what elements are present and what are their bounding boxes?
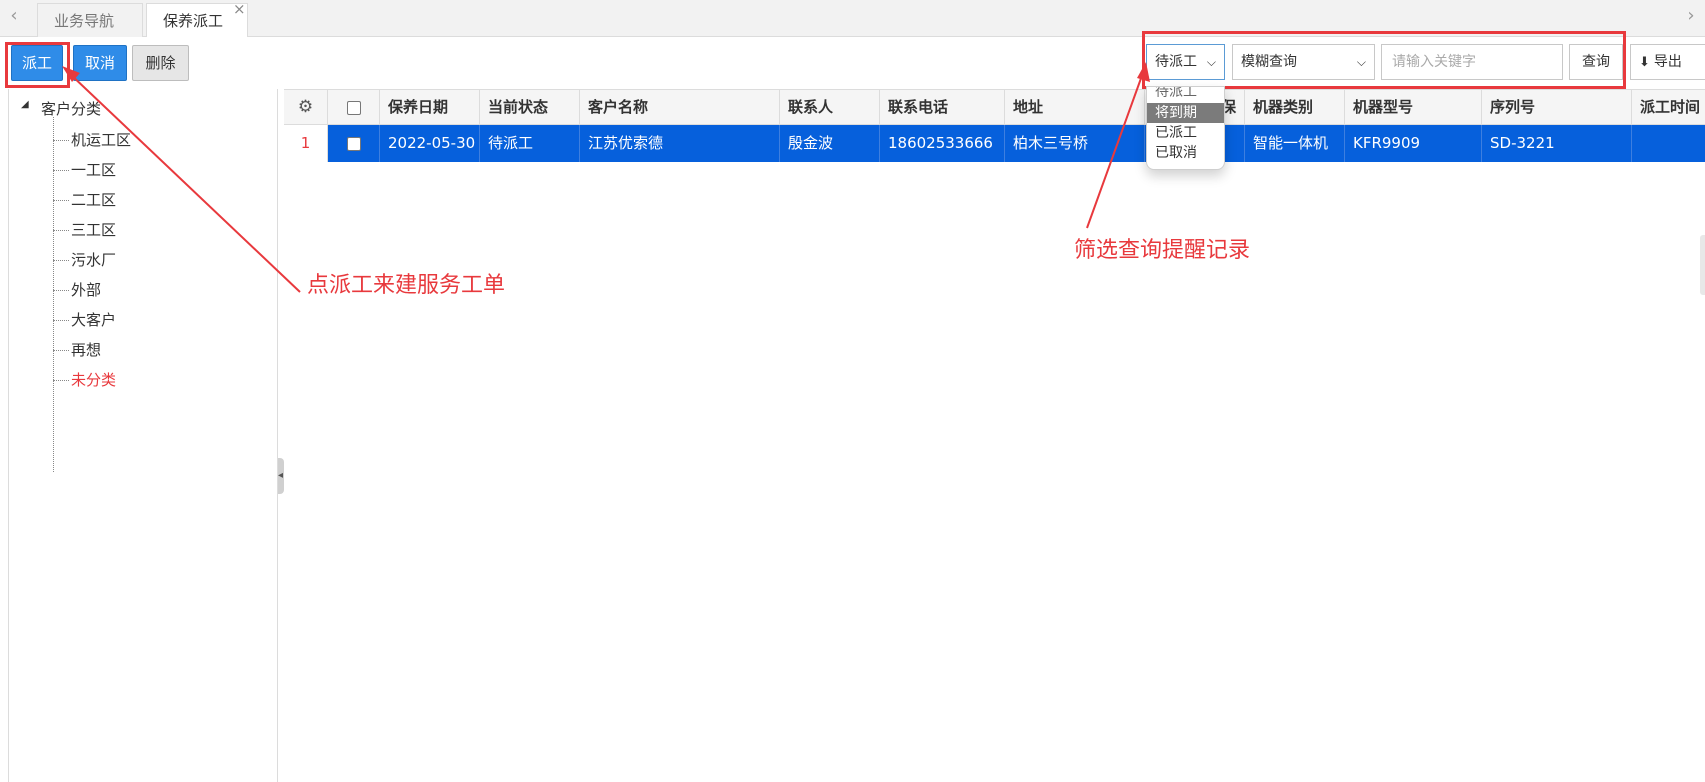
status-dropdown-menu: 待派工 将到期 已派工 已取消	[1146, 86, 1225, 170]
cell-serial: SD-3221	[1482, 125, 1632, 162]
column-header-dispatch-time[interactable]: 派工时间	[1632, 90, 1705, 125]
annotation-filter-note: 筛选查询提醒记录	[1074, 238, 1251, 263]
column-header-date[interactable]: 保养日期	[380, 90, 480, 125]
tree-item-external[interactable]: 外部	[71, 279, 101, 301]
tree-branch-line	[53, 260, 69, 261]
row-number: 1	[284, 125, 328, 162]
tree-item-jiyun[interactable]: 机运工区	[71, 129, 131, 151]
cell-model: KFR9909	[1345, 125, 1482, 162]
column-header-serial[interactable]: 序列号	[1482, 90, 1632, 125]
tree-branch-line	[53, 380, 69, 381]
export-button[interactable]: ⬇ 导出	[1630, 44, 1705, 80]
tree-branch-line	[53, 140, 69, 141]
cell-dispatch-time	[1632, 125, 1705, 162]
tree-item-sewage[interactable]: 污水厂	[71, 249, 116, 271]
cell-customer: 江苏优索德	[580, 125, 780, 162]
tree-item-major-customer[interactable]: 大客户	[71, 309, 116, 331]
status-option-pending[interactable]: 待派工	[1147, 87, 1224, 103]
filter-area-highlight	[1142, 31, 1626, 89]
column-header-phone[interactable]: 联系电话	[880, 90, 1005, 125]
cell-date: 2022-05-30	[380, 125, 480, 162]
cell-category: 智能一体机	[1245, 125, 1345, 162]
tab-business-navigation[interactable]: 业务导航	[37, 3, 143, 37]
row-checkbox-cell	[328, 125, 380, 162]
tree-expander-icon[interactable]: ◢	[21, 99, 29, 110]
column-header-status[interactable]: 当前状态	[480, 90, 580, 125]
column-header-address[interactable]: 地址	[1005, 90, 1145, 125]
cancel-button[interactable]: 取消	[73, 45, 127, 81]
scroll-edge[interactable]	[1700, 235, 1705, 295]
column-header-customer[interactable]: 客户名称	[580, 90, 780, 125]
chevron-left-icon[interactable]: ‹	[6, 5, 22, 27]
cell-address: 柏木三号桥	[1005, 125, 1145, 162]
dispatch-button-highlight	[5, 42, 70, 88]
tree-root[interactable]: 客户分类	[41, 98, 101, 120]
column-header-category[interactable]: 机器类别	[1245, 90, 1345, 125]
collapse-left-icon[interactable]: ◂	[278, 470, 283, 481]
maintenance-grid: ⚙ 保养日期 当前状态 客户名称 联系人 联系电话 地址 保 机器类别 机器型号…	[284, 89, 1705, 782]
tree-branch-line	[53, 290, 69, 291]
cell-status: 待派工	[480, 125, 580, 162]
grid-settings-cell[interactable]: ⚙	[284, 90, 328, 125]
status-option-expiring[interactable]: 将到期	[1147, 103, 1224, 123]
export-label: 导出	[1653, 54, 1682, 70]
cell-contact: 殷金波	[780, 125, 880, 162]
cell-phone: 18602533666	[880, 125, 1005, 162]
tree-branch-line	[53, 320, 69, 321]
tree-branch-line	[53, 350, 69, 351]
customer-category-tree: ◢ 客户分类 机运工区 一工区 二工区 三工区 污水厂 外部 大客户 再想 未分…	[8, 89, 278, 782]
tree-branch-line	[53, 200, 69, 201]
grid-header: ⚙ 保养日期 当前状态 客户名称 联系人 联系电话 地址 保 机器类别 机器型号…	[284, 89, 1705, 125]
column-header-model[interactable]: 机器型号	[1345, 90, 1482, 125]
select-all-checkbox[interactable]	[346, 100, 361, 115]
tree-item-zone-1[interactable]: 一工区	[71, 159, 116, 181]
close-icon[interactable]: ×	[233, 0, 246, 18]
table-row[interactable]: 1 2022-05-30 待派工 江苏优索德 殷金波 18602533666 柏…	[284, 125, 1705, 162]
gear-icon[interactable]: ⚙	[298, 97, 313, 117]
delete-button[interactable]: 删除	[132, 45, 189, 81]
annotation-dispatch-note: 点派工来建服务工单	[307, 273, 506, 298]
download-icon: ⬇	[1639, 55, 1650, 70]
tree-item-uncategorized[interactable]: 未分类	[71, 369, 116, 391]
chevron-right-icon[interactable]: ›	[1683, 5, 1699, 27]
tree-item-zaixiang[interactable]: 再想	[71, 339, 101, 361]
tree-item-zone-2[interactable]: 二工区	[71, 189, 116, 211]
tree-branch-line	[53, 230, 69, 231]
tree-branch-line	[53, 170, 69, 171]
tree-item-zone-3[interactable]: 三工区	[71, 219, 116, 241]
column-header-contact[interactable]: 联系人	[780, 90, 880, 125]
status-option-dispatched[interactable]: 已派工	[1147, 123, 1224, 143]
status-option-cancelled[interactable]: 已取消	[1147, 143, 1224, 163]
select-all-cell	[328, 90, 380, 125]
row-checkbox[interactable]	[346, 136, 361, 151]
